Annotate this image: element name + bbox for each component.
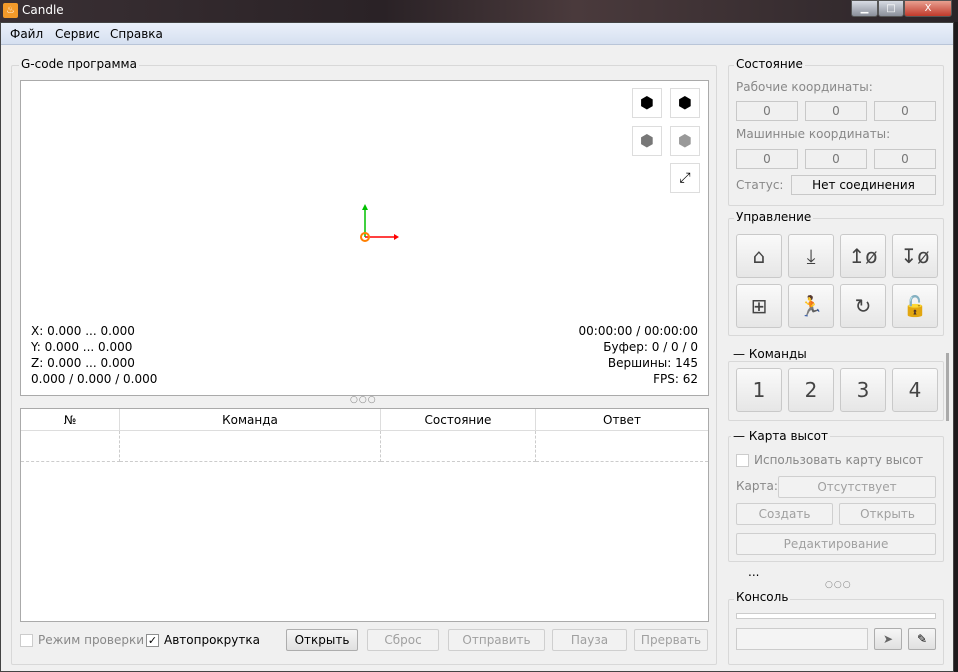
heightmap-title-text: Карта высот — [748, 429, 828, 443]
view-left-icon[interactable]: ⬢ — [670, 126, 700, 156]
open-button[interactable]: Открыть — [286, 629, 358, 651]
console-title: Консоль — [734, 590, 791, 604]
pause-button[interactable]: Пауза — [552, 629, 627, 651]
work-y: 0 — [805, 101, 867, 121]
origin-axes — [360, 204, 399, 242]
work-x: 0 — [736, 101, 798, 121]
x-range: X: 0.000 ... 0.000 — [31, 324, 135, 338]
map-value: Отсутствует — [778, 476, 936, 498]
edit-heightmap-button[interactable]: Редактирование — [736, 533, 936, 555]
reset-button[interactable]: Сброс — [367, 629, 439, 651]
overlay-right: 00:00:00 / 00:00:00 Буфер: 0 / 0 / 0 Вер… — [579, 323, 698, 387]
y-axis-arrow — [362, 204, 368, 210]
command-4-button[interactable]: 4 — [892, 368, 938, 412]
title-bar: ♨ Candle ▁ □ X — [0, 0, 958, 22]
maximize-button[interactable]: □ — [878, 0, 904, 17]
buffer-readout: Буфер: 0 / 0 / 0 — [603, 340, 698, 354]
table-cell[interactable] — [381, 431, 536, 462]
commands-title-text: Команды — [748, 347, 807, 361]
command-3-button[interactable]: 3 — [840, 368, 886, 412]
gcode-viewer[interactable]: ⬢ ⬢ ⬢ ⬢ ⤢ X: 0.000 ... 0.000 Y: 0.000 ..… — [20, 80, 709, 396]
zero-xy-icon[interactable]: ↥ø — [840, 234, 886, 278]
window-title: Candle — [22, 3, 64, 17]
restore-origin-icon[interactable]: ⊞ — [736, 284, 782, 328]
reset-icon[interactable]: ↻ — [840, 284, 886, 328]
check-mode-checkbox[interactable] — [20, 634, 33, 647]
splitter-handle[interactable]: ○○○ — [350, 395, 377, 405]
minimize-button[interactable]: ▁ — [851, 0, 878, 17]
machine-coords-label: Машинные координаты: — [736, 127, 891, 141]
map-label: Карта: — [736, 479, 778, 493]
gcode-table[interactable]: № Команда Состояние Ответ — [20, 408, 709, 622]
commands-title: — Команды — [731, 347, 809, 361]
safe-position-icon[interactable]: 🏃 — [788, 284, 834, 328]
gcode-title: G-code программа — [19, 57, 139, 71]
app-icon: ♨ — [3, 3, 18, 18]
heightmap-title: — Карта высот — [731, 429, 830, 443]
right-scrollbar[interactable] — [946, 353, 949, 421]
fps-readout: FPS: 62 — [653, 372, 698, 386]
col-number[interactable]: № — [21, 409, 120, 431]
zero-z-icon[interactable]: ↧ø — [892, 234, 938, 278]
abort-button[interactable]: Прервать — [634, 629, 708, 651]
clear-console-icon[interactable]: ✎ — [908, 628, 936, 650]
send-command-icon[interactable]: ➤ — [874, 628, 902, 650]
table-cell[interactable] — [21, 431, 120, 462]
machine-x: 0 — [736, 149, 798, 169]
open-heightmap-button[interactable]: Открыть — [839, 503, 936, 525]
menu-service[interactable]: Сервис — [55, 27, 100, 41]
send-button[interactable]: Отправить — [448, 629, 545, 651]
view-front-icon[interactable]: ⬢ — [632, 126, 662, 156]
col-response[interactable]: Ответ — [536, 409, 708, 431]
command-1-button[interactable]: 1 — [736, 368, 782, 412]
more-groups: ... — [748, 565, 760, 579]
y-range: Y: 0.000 ... 0.000 — [31, 340, 133, 354]
right-splitter-handle[interactable]: ○○○ — [825, 580, 852, 590]
time-readout: 00:00:00 / 00:00:00 — [578, 324, 698, 338]
size-readout: 0.000 / 0.000 / 0.000 — [31, 372, 158, 386]
col-state[interactable]: Состояние — [381, 409, 536, 431]
table-cell[interactable] — [120, 431, 381, 462]
control-title: Управление — [734, 210, 814, 224]
table-cell[interactable] — [536, 431, 708, 462]
machine-z: 0 — [874, 149, 936, 169]
menu-bar: Файл Сервис Справка — [1, 23, 953, 45]
create-heightmap-button[interactable]: Создать — [736, 503, 833, 525]
status-value: Нет соединения — [791, 175, 936, 195]
console-output[interactable] — [736, 613, 936, 619]
view-isometric-icon[interactable]: ⬢ — [632, 88, 662, 118]
home-icon[interactable]: ⌂ — [736, 234, 782, 278]
use-heightmap-label: Использовать карту высот — [754, 453, 924, 467]
overlay-left: X: 0.000 ... 0.000 Y: 0.000 ... 0.000 Z:… — [31, 323, 157, 387]
vertices-readout: Вершины: 145 — [607, 356, 698, 370]
machine-y: 0 — [805, 149, 867, 169]
close-button[interactable]: X — [904, 0, 952, 17]
check-mode-label: Режим проверки — [38, 633, 145, 647]
col-command[interactable]: Команда — [120, 409, 381, 431]
view-top-icon[interactable]: ⬢ — [670, 88, 700, 118]
autoscroll-label: Автопрокрутка — [164, 633, 260, 647]
menu-file[interactable]: Файл — [10, 27, 43, 41]
state-title: Состояние — [734, 57, 805, 71]
fit-icon[interactable]: ⤢ — [670, 163, 700, 193]
menu-help[interactable]: Справка — [110, 27, 163, 41]
work-z: 0 — [874, 101, 936, 121]
use-heightmap-checkbox[interactable] — [736, 454, 749, 467]
main-window: Файл Сервис Справка G-code программа ⬢ ⬢… — [0, 22, 954, 672]
unlock-icon[interactable]: 🔓 — [892, 284, 938, 328]
x-axis-arrow — [394, 234, 399, 240]
work-coords-label: Рабочие координаты: — [736, 80, 873, 94]
autoscroll-checkbox[interactable]: ✓ — [146, 634, 159, 647]
probe-z-icon[interactable]: ⤓ — [788, 234, 834, 278]
command-2-button[interactable]: 2 — [788, 368, 834, 412]
status-label: Статус: — [736, 178, 784, 192]
z-range: Z: 0.000 ... 0.000 — [31, 356, 135, 370]
console-input[interactable] — [736, 628, 868, 650]
